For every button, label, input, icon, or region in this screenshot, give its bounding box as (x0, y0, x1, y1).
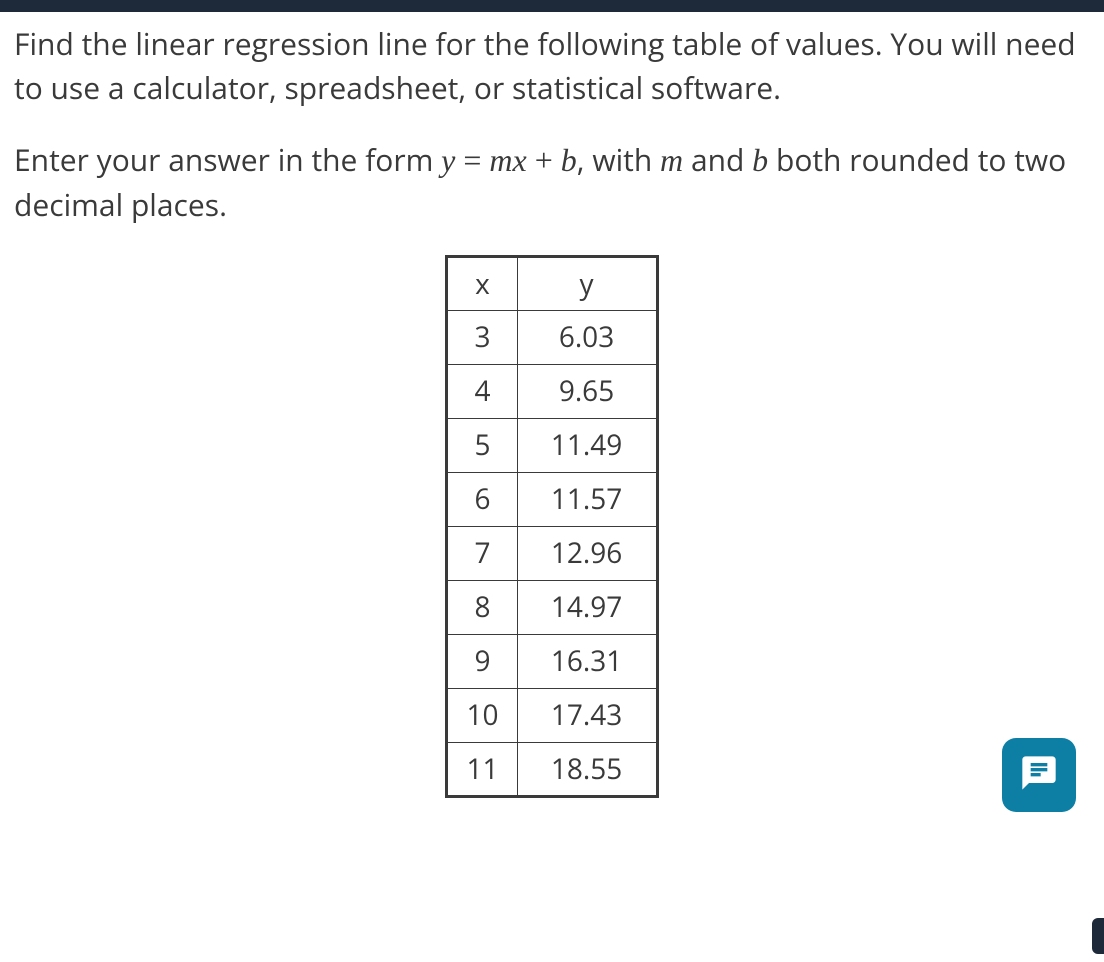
eq-mx: mx (489, 142, 526, 178)
cell-y: 16.31 (517, 634, 657, 688)
table-row: 6 11.57 (447, 472, 657, 526)
eq-plus: + (527, 142, 561, 178)
eq-b2: b (752, 142, 768, 178)
table-row: 7 12.96 (447, 526, 657, 580)
table-row: 10 17.43 (447, 688, 657, 742)
cell-y: 11.49 (517, 418, 657, 472)
table-row: 4 9.65 (447, 364, 657, 418)
p2-and: and (683, 139, 752, 180)
cell-x: 5 (447, 418, 517, 472)
question-content: Find the linear regression line for the … (0, 12, 1104, 798)
cell-x: 7 (447, 526, 517, 580)
cell-y: 11.57 (517, 472, 657, 526)
cell-y: 14.97 (517, 580, 657, 634)
header-x: x (447, 256, 517, 310)
header-y: y (517, 256, 657, 310)
table-row: 3 6.03 (447, 310, 657, 364)
cell-y: 12.96 (517, 526, 657, 580)
data-table: x y 3 6.03 4 9.65 5 11.49 6 (445, 255, 658, 798)
eq-y: y (441, 142, 455, 178)
cell-y: 9.65 (517, 364, 657, 418)
table-row: 9 16.31 (447, 634, 657, 688)
cell-x: 3 (447, 310, 517, 364)
cell-y: 17.43 (517, 688, 657, 742)
cell-x: 11 (447, 742, 517, 796)
cell-x: 10 (447, 688, 517, 742)
table-wrapper: x y 3 6.03 4 9.65 5 11.49 6 (14, 255, 1090, 798)
paragraph-1: Find the linear regression line for the … (14, 22, 1090, 109)
chat-icon (1019, 753, 1059, 798)
chat-button[interactable] (1002, 738, 1076, 812)
top-bar (0, 0, 1104, 12)
table-row: 11 18.55 (447, 742, 657, 796)
table-row: 8 14.97 (447, 580, 657, 634)
cell-x: 9 (447, 634, 517, 688)
cell-x: 8 (447, 580, 517, 634)
eq-m: m (660, 142, 683, 178)
partial-edge-element (1092, 918, 1104, 954)
eq-equals: = (455, 142, 489, 178)
table-row: 5 11.49 (447, 418, 657, 472)
cell-y: 6.03 (517, 310, 657, 364)
cell-y: 18.55 (517, 742, 657, 796)
cell-x: 4 (447, 364, 517, 418)
eq-b: b (561, 142, 577, 178)
p2-mid: , with (577, 139, 660, 180)
instruction-text: Find the linear regression line for the … (14, 22, 1090, 227)
paragraph-2: Enter your answer in the form y = mx + b… (14, 137, 1090, 227)
table-header-row: x y (447, 256, 657, 310)
cell-x: 6 (447, 472, 517, 526)
p2-pre: Enter your answer in the form (14, 139, 441, 180)
